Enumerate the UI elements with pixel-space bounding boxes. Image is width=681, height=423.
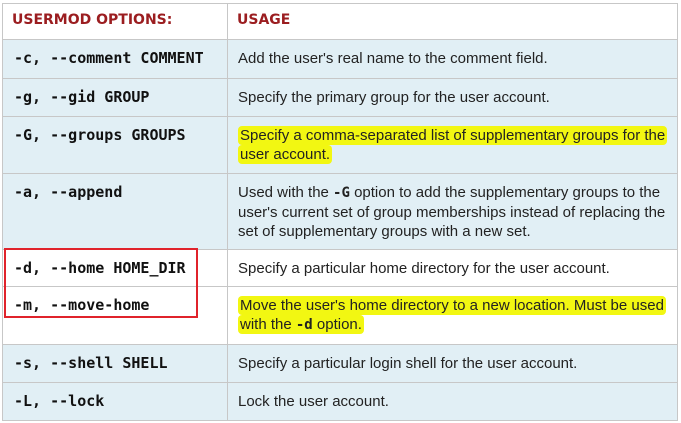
options-figure: USERMOD OPTIONS: USAGE -c, --comment COM… bbox=[0, 0, 681, 423]
usermod-options-table: USERMOD OPTIONS: USAGE -c, --comment COM… bbox=[2, 3, 678, 421]
option-move-home: -m, --move-home bbox=[2, 286, 228, 345]
usage-home: Specify a particular home directory for … bbox=[227, 249, 678, 287]
table-row: -g, --gid GROUP Specify the primary grou… bbox=[2, 78, 678, 117]
table-row: -d, --home HOME_DIR Specify a particular… bbox=[2, 249, 678, 287]
usage-shell: Specify a particular login shell for the… bbox=[227, 344, 678, 383]
usage-lock: Lock the user account. bbox=[227, 382, 678, 421]
option-gid: -g, --gid GROUP bbox=[2, 78, 228, 117]
option-append: -a, --append bbox=[2, 173, 228, 250]
header-options: USERMOD OPTIONS: bbox=[2, 3, 228, 40]
table-row: -c, --comment COMMENT Add the user's rea… bbox=[2, 39, 678, 79]
usage-move-post: option. bbox=[312, 316, 362, 333]
option-home: -d, --home HOME_DIR bbox=[2, 249, 228, 287]
option-groups: -G, --groups GROUPS bbox=[2, 116, 228, 174]
usage-append: Used with the -G option to add the suppl… bbox=[227, 173, 678, 250]
highlight-move-home: Move the user's home directory to a new … bbox=[238, 296, 666, 334]
usage-gid: Specify the primary group for the user a… bbox=[227, 78, 678, 117]
table-row: -G, --groups GROUPS Specify a comma-sepa… bbox=[2, 116, 678, 174]
usage-groups: Specify a comma-separated list of supple… bbox=[227, 116, 678, 174]
option-lock: -L, --lock bbox=[2, 382, 228, 421]
table-row: -L, --lock Lock the user account. bbox=[2, 382, 678, 421]
usage-move-home: Move the user's home directory to a new … bbox=[227, 286, 678, 345]
header-usage: USAGE bbox=[227, 3, 678, 40]
table-row: -m, --move-home Move the user's home dir… bbox=[2, 286, 678, 345]
usage-comment: Add the user's real name to the comment … bbox=[227, 39, 678, 79]
option-comment: -c, --comment COMMENT bbox=[2, 39, 228, 79]
usage-append-pre: Used with the bbox=[238, 184, 334, 201]
code-d: -d bbox=[295, 317, 313, 333]
highlight-groups: Specify a comma-separated list of supple… bbox=[238, 126, 668, 164]
code-G: -G bbox=[333, 185, 350, 201]
table-row: -s, --shell SHELL Specify a particular l… bbox=[2, 344, 678, 383]
table-row: -a, --append Used with the -G option to … bbox=[2, 173, 678, 250]
table-header-row: USERMOD OPTIONS: USAGE bbox=[2, 3, 678, 40]
option-shell: -s, --shell SHELL bbox=[2, 344, 228, 383]
